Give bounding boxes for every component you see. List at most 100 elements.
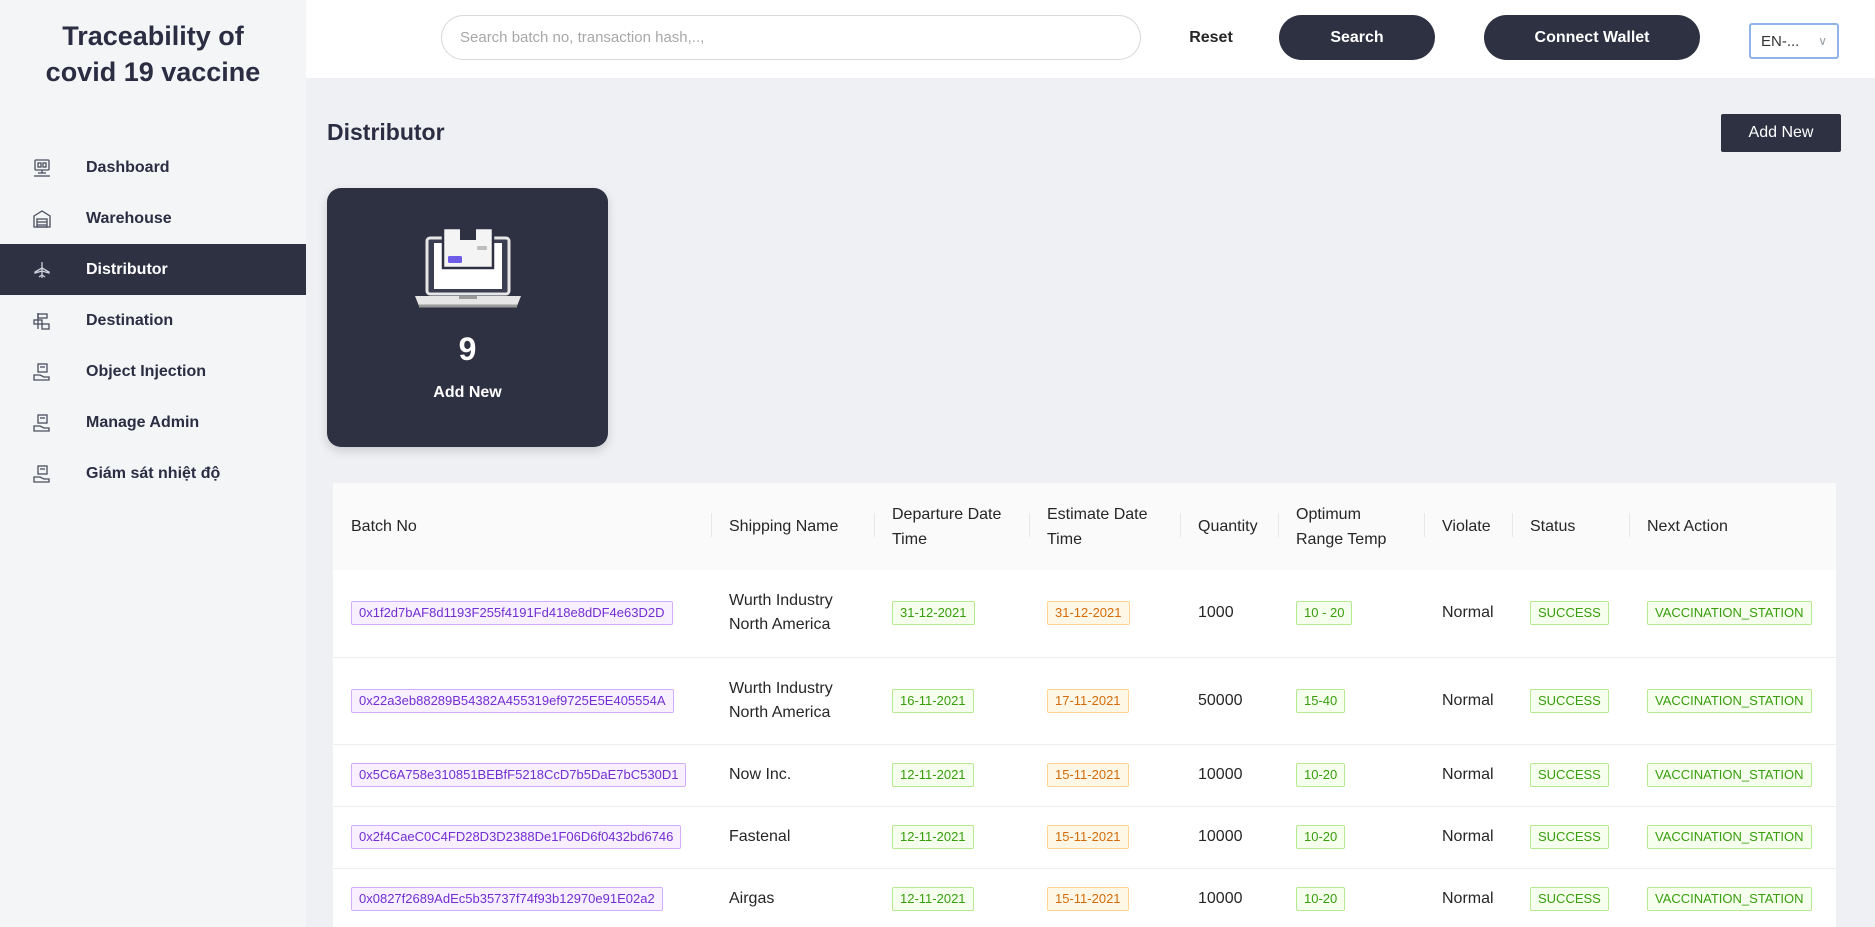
next-action-tag: VACCINATION_STATION: [1647, 688, 1812, 713]
sidebar-menu: Dashboard Warehouse Distributor Destinat…: [0, 142, 306, 499]
column-header-violate: Violate: [1424, 483, 1512, 570]
sidebar-item-label: Destination: [86, 311, 174, 329]
sidebar-item-label: Object Injection: [86, 362, 207, 380]
departure-date-tag: 12-11-2021: [892, 825, 974, 849]
search-input[interactable]: [441, 15, 1141, 60]
shipping-name: Fastenal: [711, 806, 874, 869]
destination-icon: [32, 311, 52, 331]
estimate-date-tag: 15-11-2021: [1047, 825, 1129, 849]
shipping-name: Airgas: [711, 868, 874, 927]
shipping-name: Wurth Industry North America: [711, 570, 874, 658]
temperature-icon: [32, 464, 52, 484]
departure-date-tag: 16-11-2021: [892, 688, 974, 713]
column-header-next-action: Next Action: [1629, 483, 1836, 570]
dashboard-icon: [32, 158, 52, 178]
column-header-departure: Departure Date Time: [874, 483, 1029, 570]
sidebar-item-manage-admin[interactable]: Manage Admin: [0, 397, 306, 448]
column-header-temp: Optimum Range Temp: [1278, 483, 1424, 570]
estimate-date-tag: 15-11-2021: [1047, 887, 1129, 911]
laptop-package-icon: [415, 226, 521, 308]
estimate-date-tag: 17-11-2021: [1047, 688, 1129, 713]
sidebar-item-destination[interactable]: Destination: [0, 295, 306, 346]
estimate-date-tag: 15-11-2021: [1047, 763, 1129, 787]
sidebar-item-distributor[interactable]: Distributor: [0, 244, 306, 295]
main-content: Distributor Add New 9 Add New Batch No S…: [306, 78, 1875, 927]
sidebar-item-label: Distributor: [86, 260, 168, 278]
column-header-status: Status: [1512, 483, 1629, 570]
sidebar-item-label: Dashboard: [86, 158, 170, 176]
sidebar: Traceability of covid 19 vaccine Dashboa…: [0, 0, 306, 927]
page-title: Distributor: [327, 119, 445, 145]
violate: Normal: [1424, 806, 1512, 869]
quantity: 1000: [1180, 570, 1278, 658]
language-select[interactable]: EN-... ∨: [1749, 23, 1839, 59]
shipping-name: Now Inc.: [711, 744, 874, 807]
batch-no-tag[interactable]: 0x0827f2689AdEc5b35737f74f93b12970e91E02…: [351, 887, 663, 911]
quantity: 10000: [1180, 806, 1278, 869]
status-badge: SUCCESS: [1530, 601, 1609, 626]
batch-no-tag[interactable]: 0x2f4CaeC0C4FD28D3D2388De1F06D6f0432bd67…: [351, 825, 682, 849]
injection-icon: [32, 362, 52, 382]
next-action-tag: VACCINATION_STATION: [1647, 887, 1812, 911]
temp-range-tag: 10-20: [1296, 887, 1346, 911]
distributor-table: Batch No Shipping Name Departure Date Ti…: [333, 483, 1836, 927]
connect-wallet-button[interactable]: Connect Wallet: [1484, 15, 1700, 60]
batch-no-tag[interactable]: 0x5C6A758e310851BEBfF5218CcD7b5DaE7bC530…: [351, 763, 687, 787]
status-badge: SUCCESS: [1530, 887, 1609, 911]
sidebar-item-label: Warehouse: [86, 209, 172, 227]
table-row[interactable]: 0x2f4CaeC0C4FD28D3D2388De1F06D6f0432bd67…: [333, 806, 1836, 869]
column-header-estimate: Estimate Date Time: [1029, 483, 1180, 570]
admin-icon: [32, 413, 52, 433]
table-header-row: Batch No Shipping Name Departure Date Ti…: [333, 483, 1836, 570]
reset-button[interactable]: Reset: [1176, 15, 1246, 60]
sidebar-item-temperature[interactable]: Giám sát nhiệt độ: [0, 448, 306, 499]
next-action-tag: VACCINATION_STATION: [1647, 601, 1812, 626]
app-title: Traceability of covid 19 vaccine: [0, 0, 306, 90]
departure-date-tag: 12-11-2021: [892, 887, 974, 911]
card-label: Add New: [433, 384, 502, 401]
quantity: 10000: [1180, 744, 1278, 807]
add-new-button[interactable]: Add New: [1721, 114, 1841, 152]
table-row[interactable]: 0x0827f2689AdEc5b35737f74f93b12970e91E02…: [333, 868, 1836, 927]
violate: Normal: [1424, 868, 1512, 927]
violate: Normal: [1424, 657, 1512, 745]
violate: Normal: [1424, 744, 1512, 807]
temp-range-tag: 15-40: [1296, 688, 1346, 713]
table-row[interactable]: 0x5C6A758e310851BEBfF5218CcD7b5DaE7bC530…: [333, 744, 1836, 807]
search-button[interactable]: Search: [1279, 15, 1435, 60]
estimate-date-tag: 31-12-2021: [1047, 601, 1130, 626]
departure-date-tag: 31-12-2021: [892, 601, 975, 626]
status-badge: SUCCESS: [1530, 763, 1609, 787]
batch-no-tag[interactable]: 0x1f2d7bAF8d1193F255f4191Fd418e8dDF4e63D…: [351, 601, 673, 626]
sidebar-item-warehouse[interactable]: Warehouse: [0, 193, 306, 244]
app-title-line-1: Traceability of: [62, 21, 244, 51]
column-header-shipping-name: Shipping Name: [711, 483, 874, 570]
departure-date-tag: 12-11-2021: [892, 763, 974, 787]
sidebar-item-dashboard[interactable]: Dashboard: [0, 142, 306, 193]
next-action-tag: VACCINATION_STATION: [1647, 763, 1812, 787]
app-title-line-2: covid 19 vaccine: [45, 57, 261, 87]
sidebar-item-object-injection[interactable]: Object Injection: [0, 346, 306, 397]
sidebar-item-label: Manage Admin: [86, 413, 200, 431]
status-badge: SUCCESS: [1530, 688, 1609, 713]
table-row[interactable]: 0x22a3eb88289B54382A455319ef9725E5E40555…: [333, 657, 1836, 745]
warehouse-icon: [32, 209, 52, 229]
temp-range-tag: 10-20: [1296, 825, 1346, 849]
shipping-name: Wurth Industry North America: [711, 657, 874, 745]
sidebar-item-label: Giám sát nhiệt độ: [86, 464, 221, 482]
temp-range-tag: 10-20: [1296, 763, 1346, 787]
table-row[interactable]: 0x1f2d7bAF8d1193F255f4191Fd418e8dDF4e63D…: [333, 570, 1836, 658]
column-header-quantity: Quantity: [1180, 483, 1278, 570]
batch-no-tag[interactable]: 0x22a3eb88289B54382A455319ef9725E5E40555…: [351, 688, 674, 713]
quantity: 10000: [1180, 868, 1278, 927]
temp-range-tag: 10 - 20: [1296, 601, 1353, 626]
top-header: Reset Search Connect Wallet EN-... ∨: [306, 0, 1875, 78]
column-header-batch-no: Batch No: [351, 518, 417, 535]
next-action-tag: VACCINATION_STATION: [1647, 825, 1812, 849]
distributor-icon: [32, 260, 52, 280]
card-count: 9: [458, 331, 477, 367]
violate: Normal: [1424, 570, 1512, 658]
chevron-down-icon: ∨: [1818, 34, 1827, 48]
language-value: EN-...: [1761, 32, 1800, 50]
add-new-card[interactable]: 9 Add New: [327, 188, 608, 447]
